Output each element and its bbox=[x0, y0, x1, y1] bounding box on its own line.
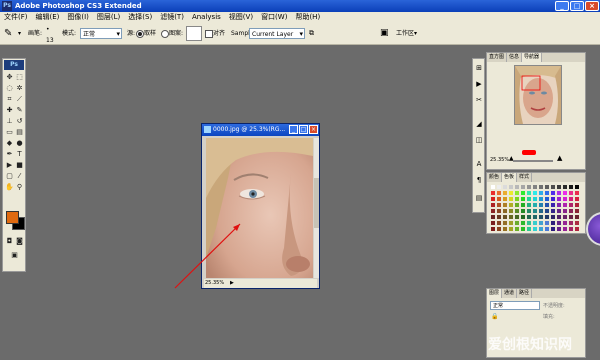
tab-histogram[interactable]: 直方图 bbox=[487, 53, 508, 62]
blend-mode-select[interactable]: 正常 bbox=[490, 301, 540, 310]
navigator-panel: 直方图 信息 导航器 25.35% ▲ ▲ bbox=[486, 52, 586, 170]
navigator-thumbnail[interactable] bbox=[514, 65, 562, 125]
clone-source-icon[interactable]: ◫ bbox=[474, 135, 484, 145]
opacity-label: 不透明度: bbox=[543, 303, 565, 309]
fill-label: 填充: bbox=[543, 314, 555, 320]
history-panel-icon[interactable]: ⊞ bbox=[474, 63, 484, 73]
tab-navigator[interactable]: 导航器 bbox=[522, 53, 543, 62]
tool-presets-icon[interactable]: ✂ bbox=[474, 95, 484, 105]
paragraph-panel-icon[interactable]: ¶ bbox=[474, 175, 484, 185]
layer-comps-icon[interactable]: ▤ bbox=[474, 193, 484, 203]
brushes-panel-icon[interactable]: ◢ bbox=[474, 119, 484, 129]
tab-layers[interactable]: 图层 bbox=[487, 289, 503, 298]
navigator-zoom-value[interactable]: 25.35% bbox=[490, 157, 509, 163]
character-panel-icon[interactable]: A bbox=[474, 159, 484, 169]
zoom-in-icon[interactable]: ▲ bbox=[557, 154, 562, 162]
swatch-cell[interactable] bbox=[574, 226, 580, 232]
panel-icon-strip: ⊞ ▶ ✂ ◢ ◫ A ¶ ▤ bbox=[472, 58, 485, 213]
swatches-panel: 颜色 色板 样式 bbox=[486, 172, 586, 234]
lock-icon[interactable]: 🔒 bbox=[491, 313, 498, 320]
tab-styles[interactable]: 样式 bbox=[517, 173, 533, 182]
swatch-grid[interactable] bbox=[490, 184, 580, 232]
tab-paths[interactable]: 路径 bbox=[517, 289, 533, 298]
watermark-text: 爱创根知识网 bbox=[488, 337, 572, 353]
tab-channels[interactable]: 通道 bbox=[502, 289, 518, 298]
tab-swatches[interactable]: 色板 bbox=[502, 173, 518, 182]
tab-info[interactable]: 信息 bbox=[507, 53, 523, 62]
navigator-view-indicator bbox=[522, 150, 536, 155]
navigator-zoom-slider[interactable] bbox=[513, 160, 553, 162]
tab-color[interactable]: 颜色 bbox=[487, 173, 503, 182]
actions-panel-icon[interactable]: ▶ bbox=[474, 79, 484, 89]
